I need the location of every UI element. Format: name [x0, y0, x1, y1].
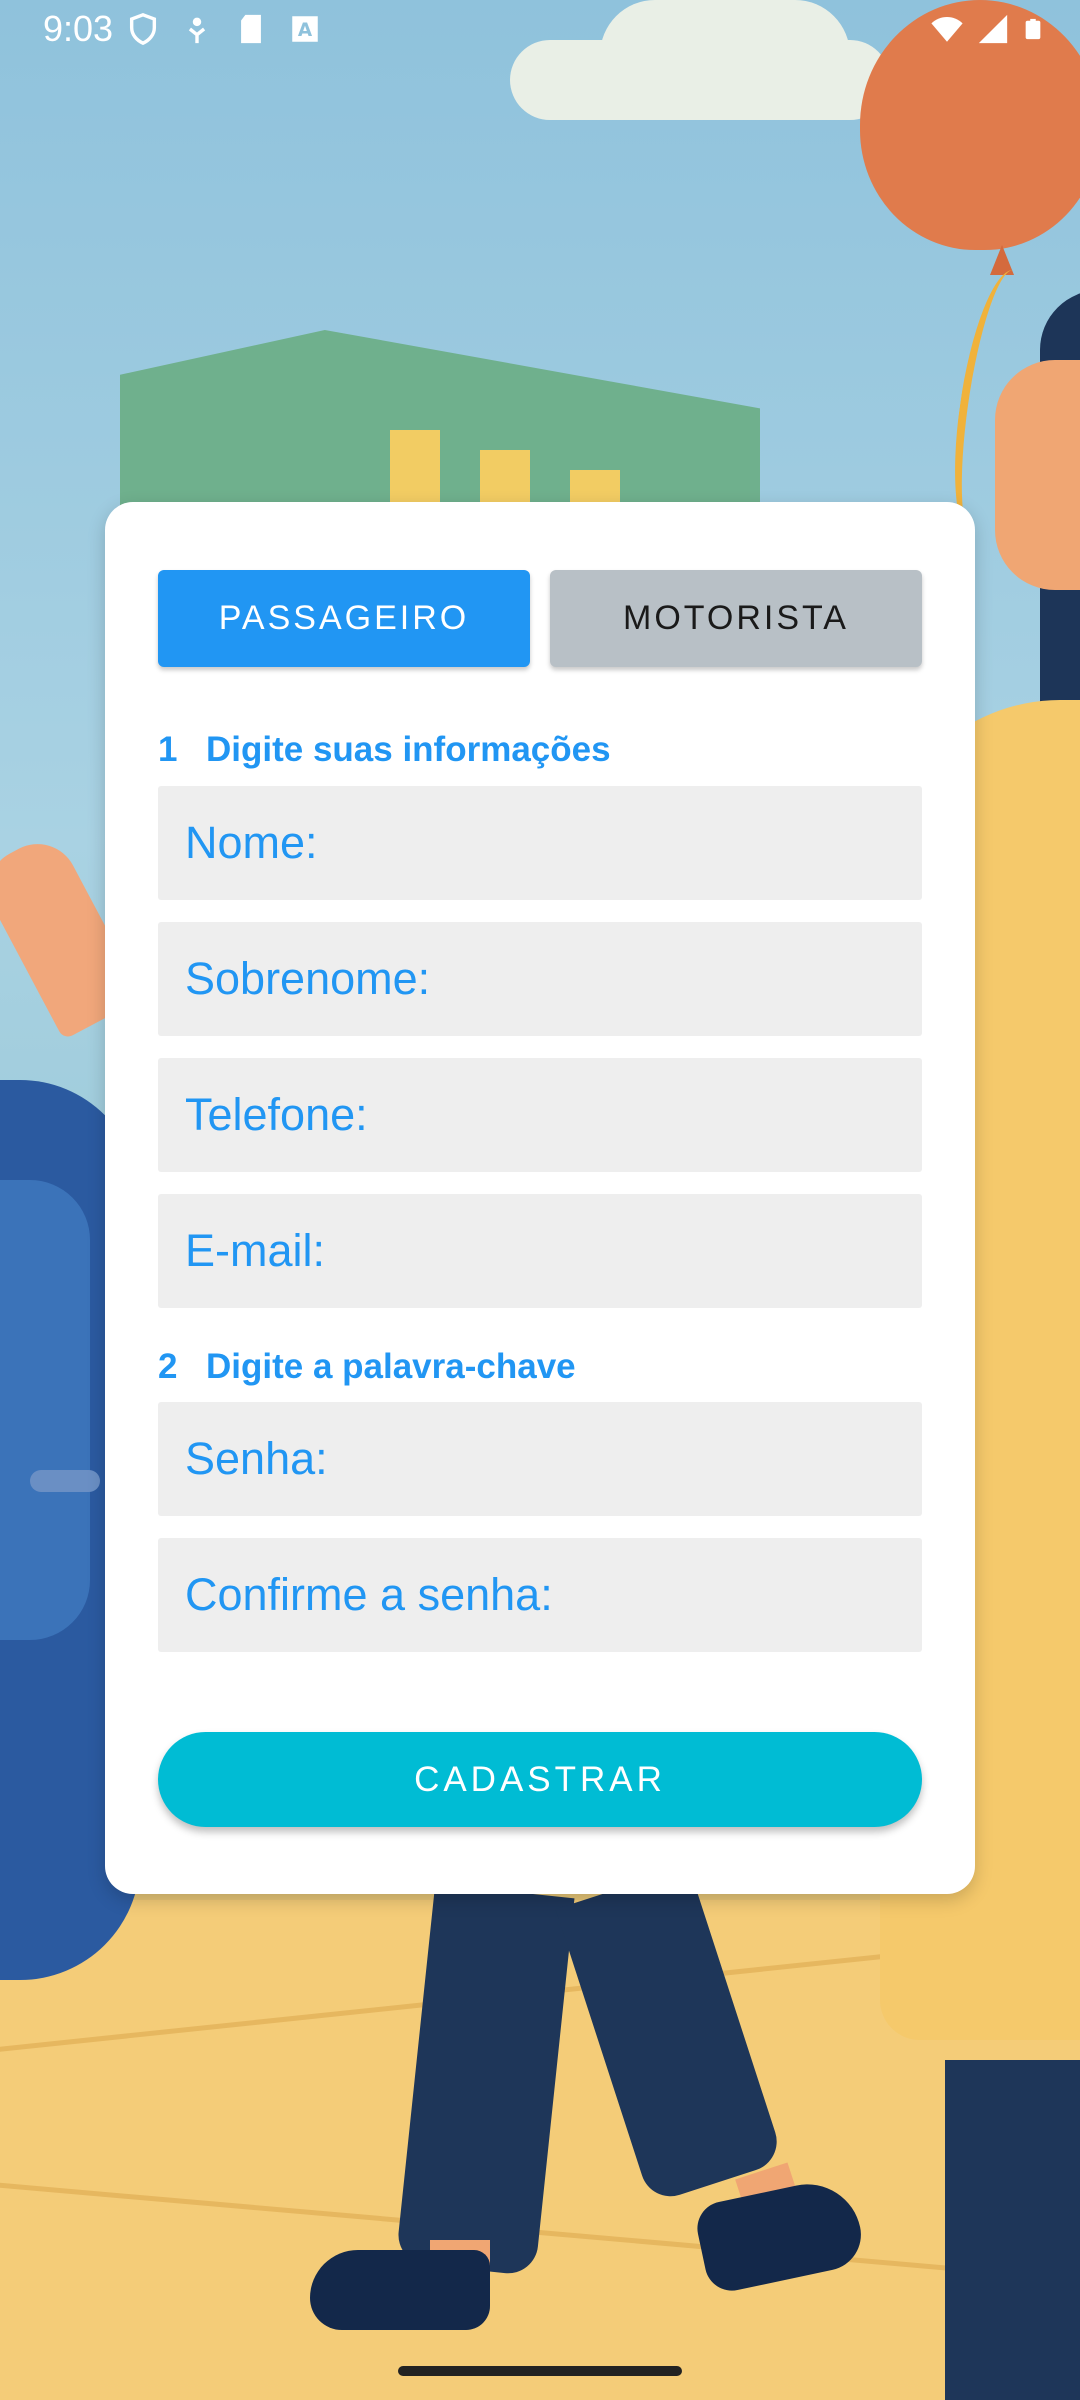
section-number: 2	[158, 1347, 178, 1386]
tab-motorista[interactable]: MOTORISTA	[550, 570, 922, 667]
section-title: Digite suas informações	[206, 730, 611, 769]
font-icon: A	[292, 16, 318, 42]
battery-icon	[1025, 18, 1041, 40]
confirme-senha-field[interactable]: Confirme a senha:	[158, 1538, 922, 1652]
telefone-field[interactable]: Telefone:	[158, 1058, 922, 1172]
senha-field[interactable]: Senha:	[158, 1402, 922, 1516]
person-leg	[945, 2060, 1080, 2400]
status-icons-right	[930, 12, 1044, 46]
cadastrar-button[interactable]: CADASTRAR	[158, 1732, 922, 1827]
shield-icon	[129, 13, 157, 46]
nome-field[interactable]: Nome:	[158, 786, 922, 900]
sobrenome-field[interactable]: Sobrenome:	[158, 922, 922, 1036]
wifi-icon	[931, 16, 963, 42]
car-door-handle	[30, 1470, 100, 1492]
status-time: 9:03	[43, 8, 114, 49]
cellular-signal-icon	[978, 14, 1008, 44]
person-face	[995, 360, 1080, 590]
svg-text:A: A	[298, 20, 313, 41]
status-bar: 9:03 A	[0, 0, 1080, 62]
email-field[interactable]: E-mail:	[158, 1194, 922, 1308]
section-number: 1	[158, 730, 178, 769]
section-heading-info: 1 Digite suas informações	[158, 730, 611, 770]
status-icons-left: A	[126, 12, 322, 46]
gesture-nav-handle[interactable]	[398, 2366, 682, 2376]
tab-passageiro[interactable]: PASSAGEIRO	[158, 570, 530, 667]
walker-shoe-left	[310, 2250, 490, 2330]
sd-card-icon	[241, 14, 261, 44]
car-window	[0, 1180, 90, 1640]
usb-debug-icon	[188, 17, 206, 44]
registration-card: PASSAGEIRO MOTORISTA 1 Digite suas inform…	[105, 502, 975, 1894]
section-heading-password: 2 Digite a palavra-chave	[158, 1347, 576, 1387]
section-title: Digite a palavra-chave	[206, 1347, 576, 1386]
